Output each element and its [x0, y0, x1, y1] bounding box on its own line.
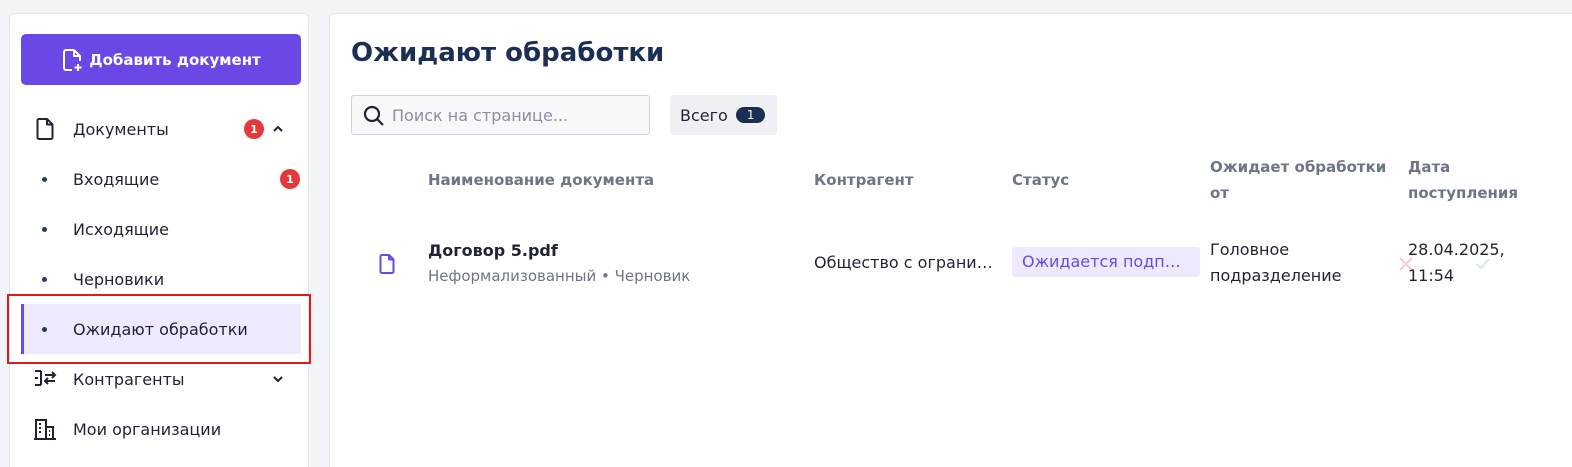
search-icon	[363, 105, 384, 126]
sidebar-item-label: Входящие	[73, 169, 160, 189]
column-header-awaits-from-line1: Ожидает обработки	[1210, 158, 1387, 176]
file-plus-icon	[63, 48, 82, 71]
sidebar-item-label: Документы	[73, 119, 169, 139]
column-header-counterparty[interactable]: Контрагент	[814, 167, 914, 193]
bullet-icon	[42, 227, 47, 232]
column-header-date-line1: Дата	[1408, 158, 1451, 176]
column-header-awaits-from[interactable]: Ожидает обработки от	[1210, 154, 1386, 206]
total-count-badge: 1	[735, 107, 766, 123]
add-document-button[interactable]: Добавить документ	[21, 34, 301, 85]
sidebar-item-outgoing[interactable]: Исходящие	[21, 204, 301, 254]
building-icon	[34, 419, 56, 440]
column-header-date[interactable]: Дата поступления	[1408, 154, 1518, 206]
chevron-up-icon[interactable]	[272, 123, 284, 135]
total-counter: Всего 1	[670, 95, 777, 135]
document-name[interactable]: Договор 5.pdf	[428, 238, 558, 264]
sidebar-item-incoming[interactable]: Входящие 1	[21, 154, 301, 204]
sidebar-item-documents[interactable]: Документы 1	[21, 104, 301, 154]
sidebar-item-awaiting-processing[interactable]: Ожидают обработки	[21, 304, 301, 354]
awaits-from-line1: Головное	[1210, 240, 1290, 259]
page-title: Ожидают обработки	[351, 38, 665, 68]
incoming-count-badge: 1	[280, 169, 300, 189]
sidebar-item-label: Контрагенты	[73, 369, 185, 389]
add-document-label: Добавить документ	[89, 50, 261, 69]
sidebar-item-label: Мои организации	[73, 419, 222, 439]
column-header-date-line2: поступления	[1408, 184, 1519, 202]
sidebar-item-label: Черновики	[73, 269, 165, 289]
date-cell: 28.04.2025, 11:54	[1408, 237, 1505, 289]
chevron-down-icon[interactable]	[272, 373, 284, 385]
sidebar-item-drafts[interactable]: Черновики	[21, 254, 301, 304]
column-header-awaits-from-line2: от	[1210, 184, 1229, 202]
search-input[interactable]	[392, 104, 642, 126]
total-label: Всего	[680, 105, 728, 125]
date-line2: 11:54	[1408, 266, 1455, 285]
sidebar: Добавить документ Документы 1 Входящие 1…	[9, 13, 309, 467]
document-meta: Неформализованный • Черновик	[428, 267, 691, 285]
main-panel: Ожидают обработки Всего 1 Наименование д…	[329, 13, 1572, 467]
column-header-status[interactable]: Статус	[1012, 167, 1069, 193]
status-badge: Ожидается подписание	[1012, 247, 1200, 277]
sidebar-item-counterparties[interactable]: Контрагенты	[21, 354, 301, 404]
sidebar-item-label: Ожидают обработки	[73, 319, 248, 339]
counterparties-icon	[35, 370, 57, 386]
search-box[interactable]	[351, 95, 650, 135]
counterparty-cell: Общество с ограниченной ответственностью	[814, 253, 1002, 272]
sidebar-item-my-organizations[interactable]: Мои организации	[21, 404, 301, 454]
bullet-icon	[42, 327, 47, 332]
documents-count-badge: 1	[244, 119, 264, 139]
date-line1: 28.04.2025,	[1408, 240, 1505, 259]
bullet-icon	[42, 277, 47, 282]
awaits-from-line2: подразделение	[1210, 266, 1342, 285]
bullet-icon	[42, 177, 47, 182]
column-header-name[interactable]: Наименование документа	[428, 167, 654, 193]
awaits-from-cell: Головное подразделение	[1210, 237, 1341, 289]
file-icon	[379, 254, 395, 274]
sidebar-item-label: Исходящие	[73, 219, 170, 239]
document-icon	[36, 118, 54, 140]
